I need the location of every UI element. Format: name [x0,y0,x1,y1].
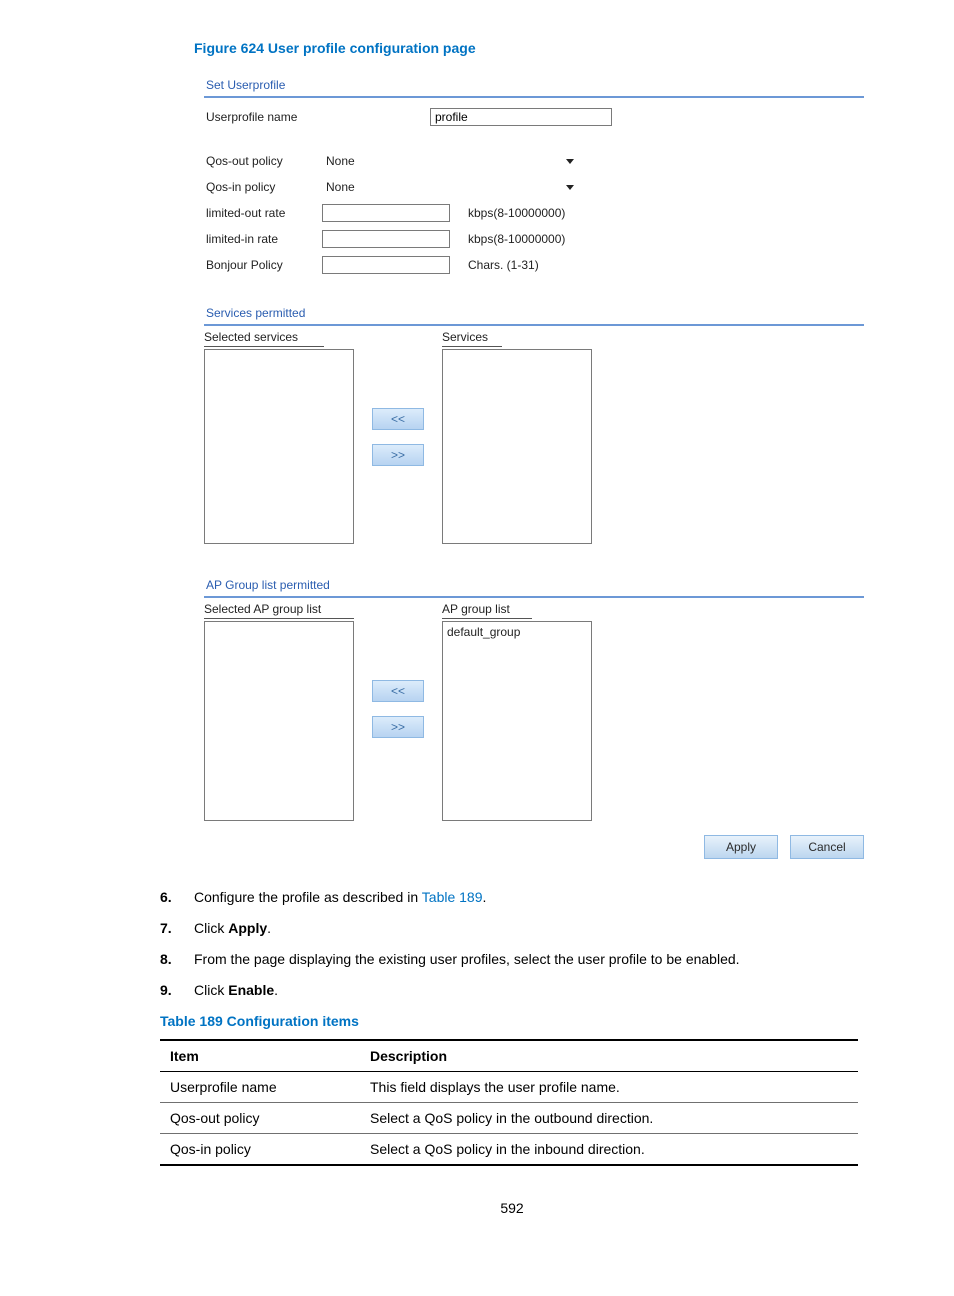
step-num: 7. [160,918,194,939]
set-userprofile-header: Set Userprofile [204,74,864,98]
step-bold: Enable [228,982,274,998]
ap-group-permitted-header: AP Group list permitted [204,574,864,598]
step-text: Configure the profile as described in [194,889,422,905]
ap-group-list[interactable]: default_group [442,621,592,821]
cell-item: Qos-out policy [160,1103,360,1134]
th-item: Item [160,1040,360,1072]
label-bonjour: Bonjour Policy [204,258,322,272]
row-limited-in: limited-in rate kbps(8-10000000) [204,226,864,252]
th-desc: Description [360,1040,858,1072]
step-num: 8. [160,949,194,970]
label-qos-out: Qos-out policy [204,154,322,168]
services-permitted-panel: Services permitted Selected services << … [204,302,864,544]
input-bonjour[interactable] [322,256,450,274]
label-userprofile-name: Userprofile name [204,110,322,124]
step-suffix: . [274,982,278,998]
list-item[interactable]: default_group [447,624,587,640]
cell-desc: Select a QoS policy in the inbound direc… [360,1134,858,1166]
label-limited-in: limited-in rate [204,232,322,246]
step-text: From the page displaying the existing us… [194,949,864,970]
input-limited-out[interactable] [322,204,450,222]
set-userprofile-panel: Set Userprofile Userprofile name Qos-out… [204,74,864,278]
cell-desc: This field displays the user profile nam… [360,1072,858,1103]
step-suffix: . [267,920,271,936]
chevron-down-icon [566,159,574,164]
step-7: 7. Click Apply. [160,918,864,939]
table-189-link[interactable]: Table 189 [422,889,483,905]
services-permitted-header: Services permitted [204,302,864,326]
selected-ap-group-list[interactable] [204,621,354,821]
step-suffix: . [483,889,487,905]
selected-services-label: Selected services [204,328,324,347]
row-userprofile-name: Userprofile name [204,104,864,130]
apgroup-move-left-button[interactable]: << [372,680,424,702]
ap-group-list-label: AP group list [442,600,532,619]
step-bold: Apply [228,920,267,936]
row-bonjour: Bonjour Policy Chars. (1-31) [204,252,864,278]
select-qos-out[interactable]: None [322,150,578,172]
row-limited-out: limited-out rate kbps(8-10000000) [204,200,864,226]
services-move-left-button[interactable]: << [372,408,424,430]
table-row: Userprofile name This field displays the… [160,1072,858,1103]
step-6: 6. Configure the profile as described in… [160,887,864,908]
table-row: Qos-out policy Select a QoS policy in th… [160,1103,858,1134]
ap-group-permitted-panel: AP Group list permitted Selected AP grou… [204,574,864,859]
row-qos-out: Qos-out policy None [204,148,864,174]
apgroup-move-right-button[interactable]: >> [372,716,424,738]
steps-list: 6. Configure the profile as described in… [160,887,864,1001]
figure-title: Figure 624 User profile configuration pa… [194,40,864,56]
selected-ap-group-label: Selected AP group list [204,600,354,619]
config-items-table: Item Description Userprofile name This f… [160,1039,858,1166]
step-9: 9. Click Enable. [160,980,864,1001]
table-title: Table 189 Configuration items [160,1013,864,1029]
label-qos-in: Qos-in policy [204,180,322,194]
apply-button[interactable]: Apply [704,835,778,859]
chevron-down-icon [566,185,574,190]
step-num: 9. [160,980,194,1001]
step-text: Click [194,920,228,936]
step-num: 6. [160,887,194,908]
unit-bonjour: Chars. (1-31) [468,258,539,272]
input-limited-in[interactable] [322,230,450,248]
services-move-right-button[interactable]: >> [372,444,424,466]
page-number: 592 [160,1200,864,1216]
unit-limited-in: kbps(8-10000000) [468,232,565,246]
services-label: Services [442,328,502,347]
step-text: Click [194,982,228,998]
cell-item: Qos-in policy [160,1134,360,1166]
select-qos-in[interactable]: None [322,176,578,198]
selected-services-list[interactable] [204,349,354,544]
services-list[interactable] [442,349,592,544]
unit-limited-out: kbps(8-10000000) [468,206,565,220]
cancel-button[interactable]: Cancel [790,835,864,859]
row-qos-in: Qos-in policy None [204,174,864,200]
select-qos-out-value: None [326,154,355,168]
select-qos-in-value: None [326,180,355,194]
cell-item: Userprofile name [160,1072,360,1103]
step-8: 8. From the page displaying the existing… [160,949,864,970]
input-userprofile-name[interactable] [430,108,612,126]
label-limited-out: limited-out rate [204,206,322,220]
table-row: Qos-in policy Select a QoS policy in the… [160,1134,858,1166]
cell-desc: Select a QoS policy in the outbound dire… [360,1103,858,1134]
